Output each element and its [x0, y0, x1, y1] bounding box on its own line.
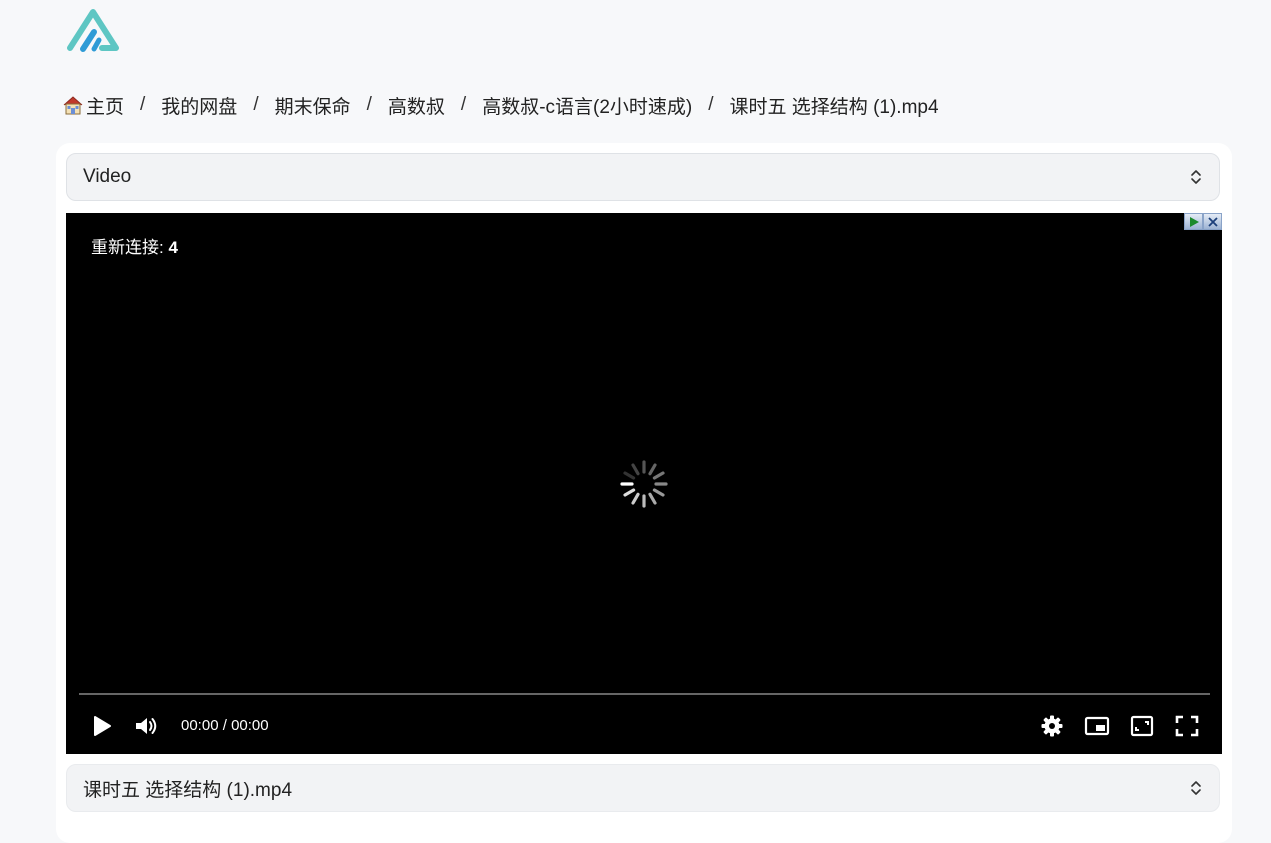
time-total: 00:00 [231, 717, 269, 734]
theater-mode-button[interactable] [1129, 714, 1155, 738]
ad-close-button[interactable] [1203, 213, 1222, 230]
logo-mountain-icon[interactable] [66, 8, 120, 54]
player-controls: 00:00 / 00:00 [66, 703, 1222, 749]
player-type-select[interactable]: Video [66, 153, 1220, 201]
gear-icon [1041, 715, 1063, 737]
breadcrumb-item-current-file[interactable]: 课时五 选择结构 (1).mp4 [730, 92, 939, 119]
picture-in-picture-button[interactable] [1084, 714, 1110, 738]
reconnect-status: 重新连接: 4 [91, 233, 178, 258]
chevron-up-down-icon [1191, 170, 1201, 184]
reconnect-label: 重新连接: [91, 238, 164, 257]
time-separator: / [218, 717, 232, 734]
theater-mode-icon [1130, 715, 1154, 737]
close-icon [1207, 216, 1218, 227]
breadcrumb-separator: / [708, 94, 714, 115]
breadcrumb-separator: / [253, 94, 259, 115]
breadcrumb-home-label: 主页 [86, 96, 125, 118]
breadcrumb-item-finals[interactable]: 期末保命 [275, 92, 351, 119]
file-select[interactable]: 课时五 选择结构 (1).mp4 [66, 764, 1220, 812]
breadcrumb: 主页 / 我的网盘 / 期末保命 / 高数叔 / 高数叔-c语言(2小时速成) … [62, 92, 939, 118]
volume-button[interactable] [133, 714, 159, 738]
volume-icon [136, 718, 157, 734]
video-player[interactable]: 重新连接: 4 00:00 / 00:00 [66, 213, 1222, 754]
picture-in-picture-icon [1084, 716, 1110, 736]
breadcrumb-item-gaoshushu[interactable]: 高数叔 [388, 92, 445, 119]
breadcrumb-separator: / [140, 94, 146, 115]
breadcrumb-item-my-drive[interactable]: 我的网盘 [161, 92, 237, 119]
loading-spinner-icon [620, 460, 668, 508]
ad-play-button[interactable] [1184, 213, 1203, 230]
settings-button[interactable] [1040, 714, 1064, 738]
breadcrumb-item-c-course[interactable]: 高数叔-c语言(2小时速成) [482, 92, 692, 119]
player-type-value: Video [83, 166, 132, 187]
fullscreen-button[interactable] [1174, 714, 1200, 738]
house-icon [63, 96, 83, 115]
breadcrumb-home[interactable]: 主页 [62, 92, 124, 119]
progress-bar[interactable] [79, 693, 1210, 695]
play-icon [94, 716, 111, 736]
chevron-up-down-icon [1191, 781, 1201, 795]
reconnect-count: 4 [168, 238, 178, 257]
file-select-value: 课时五 选择结构 (1).mp4 [83, 779, 293, 801]
fullscreen-icon [1175, 715, 1199, 737]
time-display: 00:00 / 00:00 [181, 717, 269, 734]
play-button[interactable] [90, 714, 114, 738]
breadcrumb-separator: / [460, 94, 467, 115]
breadcrumb-separator: / [366, 94, 372, 115]
ad-controls [1184, 213, 1222, 230]
play-icon [1189, 216, 1199, 227]
time-current: 00:00 [181, 717, 219, 734]
